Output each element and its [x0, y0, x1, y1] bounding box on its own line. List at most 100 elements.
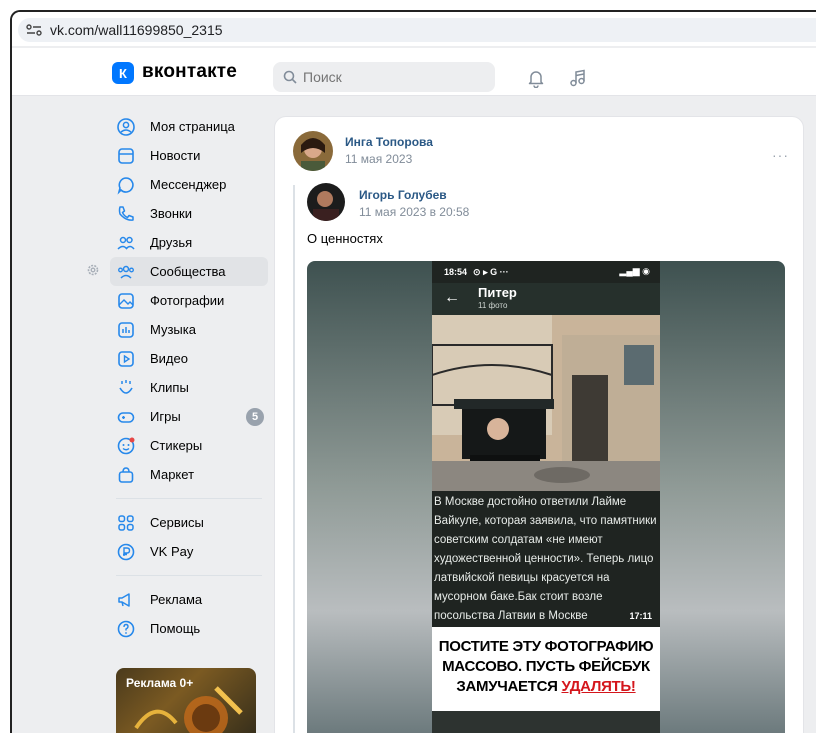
- url-field[interactable]: vk.com/wall11699850_2315: [18, 18, 816, 42]
- brand-name[interactable]: вконтакте: [142, 61, 237, 83]
- video-icon: [118, 350, 134, 367]
- games-badge: 5: [246, 408, 264, 426]
- sidebar-item-label: Маркет: [150, 467, 195, 482]
- gear-icon[interactable]: [86, 263, 100, 277]
- street-photo-art: [432, 315, 660, 491]
- sidebar-item-label: Фотографии: [150, 293, 225, 308]
- repost-author[interactable]: Игорь Голубев: [359, 188, 447, 202]
- sidebar-item-label: Реклама: [150, 592, 203, 607]
- communities-icon: [118, 265, 134, 279]
- album-count: 11 фото: [478, 301, 508, 310]
- banner-line-3: ЗАМУЧАЕТСЯ УДАЛЯТЬ!: [432, 677, 660, 697]
- sidebar-item-label: Видео: [150, 351, 188, 366]
- street-photo: [432, 315, 660, 491]
- url-text: vk.com/wall11699850_2315: [50, 22, 223, 38]
- nav-group-services: Сервисы VK Pay: [110, 508, 268, 566]
- friends-icon: [117, 236, 135, 250]
- sidebar-item-label: Игры: [150, 409, 181, 424]
- sidebar-item-megaphone[interactable]: Реклама: [110, 585, 268, 614]
- author-photo: [293, 131, 333, 171]
- nav-group-main: Моя страница Новости Мессенджер Звонки Друзь…: [110, 112, 268, 489]
- sidebar-ad[interactable]: Реклама 0+: [116, 668, 256, 733]
- address-bar: vk.com/wall11699850_2315: [12, 12, 816, 46]
- sidebar-item-label: Друзья: [150, 235, 193, 250]
- nav-divider: [116, 575, 262, 576]
- left-sidebar: Моя страница Новости Мессенджер Звонки Друзь…: [110, 112, 268, 643]
- post-date[interactable]: 11 мая 2023: [345, 152, 412, 166]
- back-arrow-icon: ←: [444, 289, 460, 306]
- sidebar-item-label: Музыка: [150, 322, 196, 337]
- music-icon: [118, 321, 134, 338]
- site-info-icon[interactable]: [26, 23, 42, 37]
- post-text: О ценностях: [307, 231, 383, 246]
- sidebar-item-label: Звонки: [150, 206, 192, 221]
- nav-group-help: Реклама Помощь: [110, 585, 268, 643]
- author-avatar[interactable]: [293, 131, 333, 171]
- sidebar-item-label: Моя страница: [150, 119, 235, 134]
- sidebar-item-gamepad[interactable]: Игры 5: [110, 402, 268, 431]
- phone-time: 18:54: [444, 267, 468, 277]
- sidebar-item-label: Клипы: [150, 380, 189, 395]
- chat-bubble-icon: [117, 176, 134, 195]
- vk-logo-icon[interactable]: К: [112, 62, 134, 84]
- photo-caption: В Москве достойно ответили Лайме Вайкуле…: [434, 496, 657, 622]
- phone-app-bar: ← Питер 11 фото: [432, 283, 660, 315]
- album-title: Питер: [478, 285, 517, 300]
- phone-icon: [118, 205, 134, 221]
- clips-icon: [119, 379, 133, 394]
- bell-icon[interactable]: [526, 68, 546, 88]
- vk-logo-letter: К: [119, 65, 127, 81]
- sticker-icon: [117, 437, 135, 454]
- sidebar-item-sticker[interactable]: Стикеры: [110, 431, 268, 460]
- services-icon: [118, 514, 134, 531]
- sidebar-item-label: Мессенджер: [150, 177, 227, 192]
- vkpay-icon: [117, 543, 135, 560]
- sidebar-item-video[interactable]: Видео: [110, 344, 268, 373]
- sidebar-item-label: Помощь: [150, 621, 201, 636]
- sidebar-item-newspaper[interactable]: Новости: [110, 141, 268, 170]
- meme-banner: ПОСТИТЕ ЭТУ ФОТОГРАФИЮ МАССОВО. ПУСТЬ ФЕ…: [432, 627, 660, 711]
- newspaper-icon: [118, 147, 134, 164]
- sidebar-item-label: Стикеры: [150, 438, 203, 453]
- more-options-icon[interactable]: ···: [772, 147, 789, 163]
- post-image[interactable]: 18:54 ⊙ ▸ G ··· ▂▄▆ ◉ ← Питер 11 фото В …: [307, 261, 785, 733]
- search-input[interactable]: [303, 69, 483, 85]
- nav-divider: [116, 498, 262, 499]
- browser-window: vk.com/wall11699850_2315 К вконтакте Пои…: [10, 10, 816, 733]
- caption-time: 17:11: [629, 611, 652, 621]
- phone-screenshot: 18:54 ⊙ ▸ G ··· ▂▄▆ ◉ ← Питер 11 фото В …: [432, 261, 660, 733]
- phone-status-icons: ⊙ ▸ G ···: [473, 266, 509, 277]
- banner-line-3a: ЗАМУЧАЕТСЯ: [456, 678, 562, 695]
- search-icon: [283, 70, 297, 84]
- repost-author-avatar[interactable]: [307, 183, 345, 221]
- sidebar-item-vkpay[interactable]: VK Pay: [110, 537, 268, 566]
- banner-line-1: ПОСТИТЕ ЭТУ ФОТОГРАФИЮ: [438, 638, 654, 655]
- sidebar-item-user-circle[interactable]: Моя страница: [110, 112, 268, 141]
- sidebar-item-phone[interactable]: Звонки: [110, 199, 268, 228]
- help-icon: [117, 620, 135, 637]
- music-note-icon[interactable]: [568, 68, 588, 88]
- sidebar-item-services[interactable]: Сервисы: [110, 508, 268, 537]
- sidebar-item-chat-bubble[interactable]: Мессенджер: [110, 170, 268, 199]
- user-circle-icon: [117, 117, 135, 136]
- repost-author-photo: [307, 183, 345, 221]
- sidebar-item-help[interactable]: Помощь: [110, 614, 268, 643]
- search-box[interactable]: [273, 62, 495, 92]
- ad-label: Реклама 0+: [126, 676, 194, 690]
- sidebar-item-label: Сообщества: [150, 264, 226, 279]
- sidebar-item-label: VK Pay: [150, 544, 194, 559]
- sidebar-item-communities[interactable]: Сообщества: [110, 257, 268, 286]
- banner-line-3b: УДАЛЯТЬ!: [561, 678, 636, 695]
- repost-date[interactable]: 11 мая 2023 в 20:58: [359, 205, 469, 219]
- sidebar-item-music[interactable]: Музыка: [110, 315, 268, 344]
- sidebar-item-clips[interactable]: Клипы: [110, 373, 268, 402]
- vk-header: К вконтакте: [12, 48, 816, 96]
- gamepad-icon: [117, 411, 135, 423]
- sidebar-item-photos[interactable]: Фотографии: [110, 286, 268, 315]
- wall-post: Инга Топорова 11 мая 2023 ··· Игорь Голу…: [274, 116, 804, 733]
- sidebar-item-shopping-bag[interactable]: Маркет: [110, 460, 268, 489]
- phone-nav-bar: [432, 711, 660, 733]
- sidebar-item-friends[interactable]: Друзья: [110, 228, 268, 257]
- photos-icon: [118, 292, 134, 309]
- post-author[interactable]: Инга Топорова: [345, 135, 433, 149]
